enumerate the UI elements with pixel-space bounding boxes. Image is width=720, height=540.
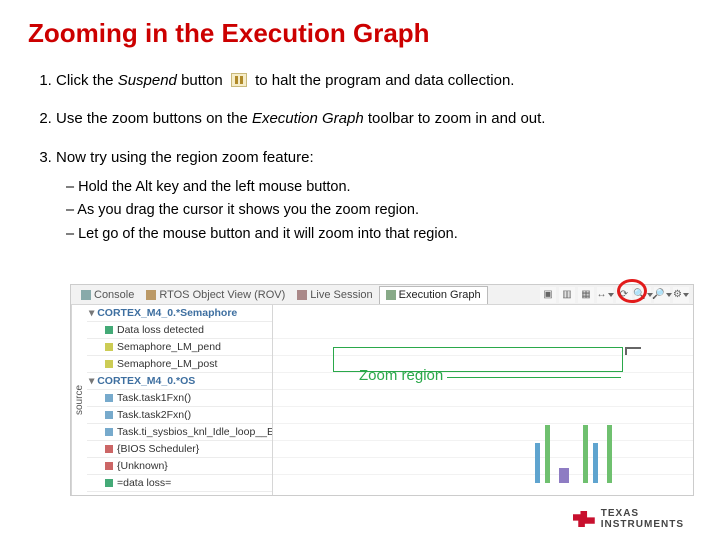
row-dataloss[interactable]: =data loss= [87,475,272,492]
live-icon [297,290,307,300]
brand-line1: TEXAS [601,508,684,519]
step-2-execgraph: Execution Graph [252,110,364,127]
step-2: Use the zoom buttons on the Execution Gr… [56,109,692,129]
rov-icon [146,290,156,300]
tab-console[interactable]: Console [75,286,140,304]
row-datalossdetected[interactable]: Data loss detected [87,322,272,339]
tree-toggle-button[interactable]: ▣ [540,287,556,303]
dot-icon [105,326,113,334]
step-1-suspend: Suspend [118,72,177,89]
settings-button[interactable]: ⚙ [673,287,689,303]
dot-icon [105,462,113,470]
execution-graph-panel: Console RTOS Object View (ROV) Live Sess… [70,284,694,496]
step-2a: Use the zoom buttons on the [56,110,252,127]
zoom-region-pointer [447,377,621,378]
cursor-icon [625,347,641,349]
zoom-in-button[interactable]: 🔍 [635,287,651,303]
sub-b: As you drag the cursor it shows you the … [66,201,692,221]
row-label-column: CORTEX_M4_0.*Semaphore Data loss detecte… [87,305,273,495]
group-os[interactable]: CORTEX_M4_0.*OS [87,373,272,390]
measure-button[interactable]: ↔ [597,287,613,303]
step-3-sublist: Hold the Alt key and the left mouse butt… [56,178,692,245]
tab-console-label: Console [94,289,134,301]
panel-body: source CORTEX_M4_0.*Semaphore Data loss … [71,305,693,495]
step-2b: toolbar to zoom in and out. [364,110,546,127]
execgraph-icon [386,290,396,300]
step-1b: button [177,72,223,89]
steps-list: Click the Suspend button to halt the pro… [28,71,692,244]
ti-wordmark: TEXAS INSTRUMENTS [601,508,684,530]
step-3-text: Now try using the region zoom feature: [56,149,314,166]
timeline-chart[interactable]: Zoom region [273,305,693,495]
tab-live-label: Live Session [310,289,372,301]
tab-execution-graph[interactable]: Execution Graph [379,286,488,304]
row-task1[interactable]: Task.task1Fxn() [87,390,272,407]
step-3: Now try using the region zoom feature: H… [56,148,692,245]
grid-button[interactable]: ▦ [578,287,594,303]
step-1a: Click the [56,72,118,89]
console-icon [81,290,91,300]
sub-a: Hold the Alt key and the left mouse butt… [66,178,692,198]
tab-exec-label: Execution Graph [399,289,481,301]
dot-icon [105,479,113,487]
row-sem-post[interactable]: Semaphore_LM_post [87,356,272,373]
step-1: Click the Suspend button to halt the pro… [56,71,692,91]
toolbar-right: ▣ ▥ ▦ ↔ ⟳ 🔍 🔎 ⚙ [540,287,689,303]
step-1c: to halt the program and data collection. [255,72,514,89]
ti-mark-icon [573,511,595,527]
filter-button[interactable]: ▥ [559,287,575,303]
task-activity-bars [535,423,625,483]
dot-icon [105,445,113,453]
panel-toolbar: Console RTOS Object View (ROV) Live Sess… [71,285,693,305]
tab-rov[interactable]: RTOS Object View (ROV) [140,286,291,304]
tab-live[interactable]: Live Session [291,286,378,304]
suspend-icon [231,73,247,87]
brand-line2: INSTRUMENTS [601,519,684,530]
cursor-icon-v [625,347,627,355]
ti-logo: TEXAS INSTRUMENTS [573,508,684,530]
zoom-region-button[interactable]: 🔎 [654,287,670,303]
dot-icon [105,343,113,351]
dot-icon [105,411,113,419]
tab-rov-label: RTOS Object View (ROV) [159,289,285,301]
row-scheduler[interactable]: {BIOS Scheduler} [87,441,272,458]
slide-title: Zooming in the Execution Graph [28,18,692,49]
dot-icon [105,360,113,368]
row-task2[interactable]: Task.task2Fxn() [87,407,272,424]
refresh-button[interactable]: ⟳ [616,287,632,303]
source-axis-label: source [71,305,87,495]
row-sem-pend[interactable]: Semaphore_LM_pend [87,339,272,356]
dot-icon [105,428,113,436]
zoom-region-label: Zoom region [359,367,443,384]
row-idle[interactable]: Task.ti_sysbios_knl_Idle_loop__E() [87,424,272,441]
group-semaphore[interactable]: CORTEX_M4_0.*Semaphore [87,305,272,322]
dot-icon [105,394,113,402]
row-unknown[interactable]: {Unknown} [87,458,272,475]
sub-c: Let go of the mouse button and it will z… [66,225,692,245]
